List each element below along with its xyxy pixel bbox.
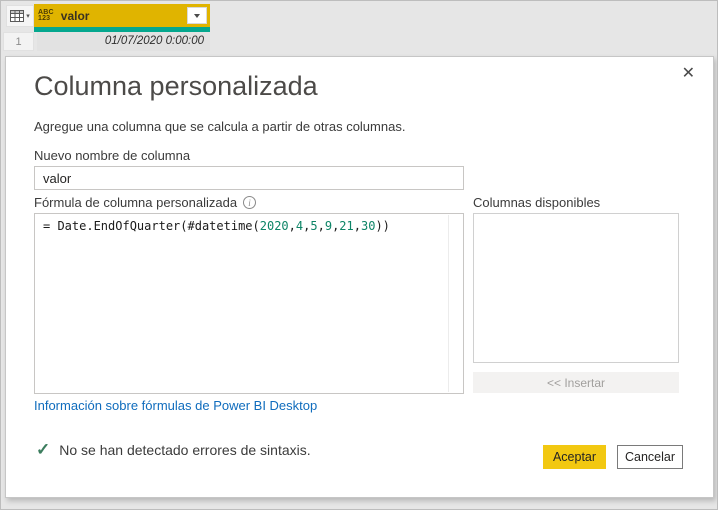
column-header-valor[interactable]: ABC 123 valor bbox=[34, 4, 210, 27]
new-column-name-input[interactable] bbox=[34, 166, 464, 190]
formula-text: = Date.EndOfQuarter(#datetime(2020,4,5,9… bbox=[43, 219, 390, 233]
filter-dropdown-icon bbox=[194, 13, 200, 18]
power-query-screen: ▾ ABC 123 valor 1 01/07/2020 0:00:00 ✕ C… bbox=[0, 0, 718, 510]
formula-label: Fórmula de columna personalizada bbox=[34, 195, 238, 210]
available-columns-label: Columnas disponibles bbox=[473, 195, 601, 210]
custom-column-dialog: ✕ Columna personalizada Agregue una colu… bbox=[5, 56, 714, 498]
formula-editor[interactable]: = Date.EndOfQuarter(#datetime(2020,4,5,9… bbox=[34, 213, 464, 394]
row-number-cell: 1 bbox=[3, 32, 34, 51]
page-title: Columna personalizada bbox=[34, 71, 318, 101]
info-icon[interactable]: i bbox=[243, 196, 257, 209]
check-icon: ✓ bbox=[36, 440, 51, 459]
dialog-subtitle: Agregue una columna que se calcula a par… bbox=[34, 119, 406, 134]
new-column-name-label: Nuevo nombre de columna bbox=[34, 148, 191, 163]
formula-label-row: Fórmula de columna personalizada i bbox=[34, 195, 257, 210]
cancel-button[interactable]: Cancelar bbox=[617, 445, 683, 469]
insert-button[interactable]: << Insertar bbox=[473, 372, 679, 393]
table-menu-button[interactable]: ▾ bbox=[6, 5, 34, 27]
data-type-abc123-icon: ABC 123 bbox=[38, 8, 54, 22]
syntax-status-message: No se han detectado errores de sintaxis. bbox=[59, 441, 311, 458]
row-value-cell[interactable]: 01/07/2020 0:00:00 bbox=[37, 32, 210, 51]
formula-scrollbar[interactable] bbox=[448, 215, 449, 392]
table-grid-icon bbox=[10, 10, 25, 22]
accept-button[interactable]: Aceptar bbox=[543, 445, 606, 469]
available-columns-list[interactable] bbox=[473, 213, 679, 363]
close-icon[interactable]: ✕ bbox=[682, 63, 695, 83]
column-filter-button[interactable] bbox=[187, 7, 207, 24]
syntax-status: ✓ No se han detectado errores de sintaxi… bbox=[36, 441, 311, 458]
column-name-label: valor bbox=[60, 8, 90, 23]
formula-help-link[interactable]: Información sobre fórmulas de Power BI D… bbox=[34, 398, 317, 413]
chevron-down-icon: ▾ bbox=[26, 12, 30, 20]
